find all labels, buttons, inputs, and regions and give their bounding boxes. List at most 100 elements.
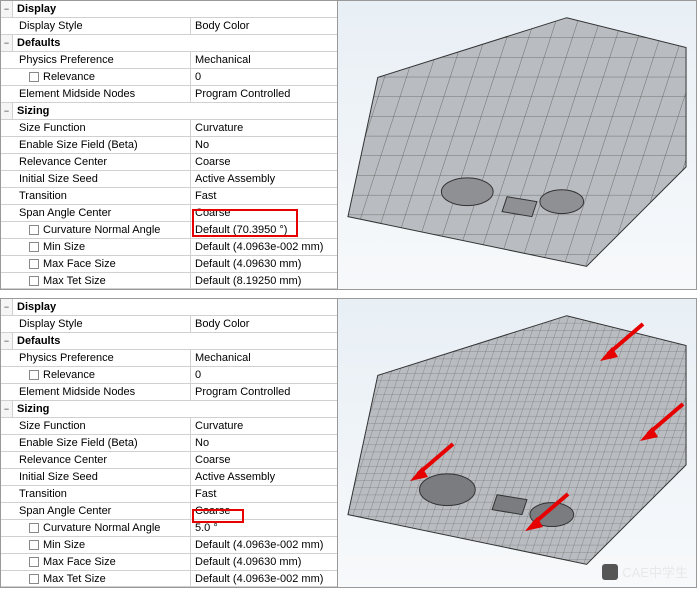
prop-row[interactable]: Physics PreferenceMechanical <box>1 350 337 367</box>
prop-value[interactable]: Active Assembly <box>191 171 337 187</box>
prop-value[interactable]: Default (8.19250 mm) <box>191 273 337 288</box>
collapse-icon[interactable]: − <box>1 333 13 349</box>
prop-label: Transition <box>13 486 191 502</box>
prop-value[interactable]: Body Color <box>191 18 337 34</box>
checkbox-icon[interactable] <box>29 259 39 269</box>
prop-value[interactable]: Default (4.0963e-002 mm) <box>191 239 337 255</box>
prop-row[interactable]: Max Face SizeDefault (4.09630 mm) <box>1 554 337 571</box>
collapse-icon[interactable]: − <box>1 35 13 51</box>
watermark: CAE中学生 <box>602 562 688 581</box>
prop-row[interactable]: Span Angle CenterCoarse <box>1 205 337 222</box>
prop-row[interactable]: Relevance0 <box>1 367 337 384</box>
section-display[interactable]: Display <box>13 1 337 17</box>
prop-row[interactable]: Enable Size Field (Beta)No <box>1 137 337 154</box>
prop-row[interactable]: Curvature Normal Angle5.0 ° <box>1 520 337 537</box>
checkbox-icon[interactable] <box>29 574 39 584</box>
prop-value[interactable]: 0 <box>191 367 337 383</box>
prop-row[interactable]: Relevance0 <box>1 69 337 86</box>
collapse-icon[interactable]: − <box>1 103 13 119</box>
top-panel: −Display Display StyleBody Color −Defaul… <box>0 0 697 290</box>
prop-row[interactable]: Min SizeDefault (4.0963e-002 mm) <box>1 537 337 554</box>
prop-row[interactable]: Physics PreferenceMechanical <box>1 52 337 69</box>
watermark-icon <box>602 564 618 580</box>
prop-row[interactable]: Span Angle CenterCoarse <box>1 503 337 520</box>
section-sizing[interactable]: Sizing <box>13 103 337 119</box>
prop-row[interactable]: TransitionFast <box>1 486 337 503</box>
prop-label: Max Tet Size <box>13 273 191 288</box>
prop-row[interactable]: Enable Size Field (Beta)No <box>1 435 337 452</box>
prop-value[interactable]: Fast <box>191 486 337 502</box>
prop-row[interactable]: TransitionFast <box>1 188 337 205</box>
prop-value[interactable]: Coarse <box>191 452 337 468</box>
checkbox-icon[interactable] <box>29 540 39 550</box>
prop-row[interactable]: Curvature Normal AngleDefault (70.3950 °… <box>1 222 337 239</box>
prop-label: Transition <box>13 188 191 204</box>
prop-value[interactable]: Mechanical <box>191 350 337 366</box>
prop-value[interactable]: Default (4.09630 mm) <box>191 256 337 272</box>
mesh-fine-icon <box>338 299 696 587</box>
prop-value[interactable]: Curvature <box>191 418 337 434</box>
prop-row[interactable]: Relevance CenterCoarse <box>1 154 337 171</box>
collapse-icon[interactable]: − <box>1 1 13 17</box>
prop-label: Relevance <box>13 69 191 85</box>
prop-row[interactable]: Display StyleBody Color <box>1 18 337 35</box>
prop-value[interactable]: Mechanical <box>191 52 337 68</box>
checkbox-icon[interactable] <box>29 72 39 82</box>
prop-row[interactable]: Relevance CenterCoarse <box>1 452 337 469</box>
prop-row[interactable]: Max Tet SizeDefault (4.0963e-002 mm) <box>1 571 337 587</box>
prop-row[interactable]: Max Face SizeDefault (4.09630 mm) <box>1 256 337 273</box>
prop-value[interactable]: Coarse <box>191 205 337 221</box>
prop-value[interactable]: Program Controlled <box>191 86 337 102</box>
prop-value[interactable]: Body Color <box>191 316 337 332</box>
prop-row[interactable]: Display StyleBody Color <box>1 316 337 333</box>
prop-row[interactable]: Initial Size SeedActive Assembly <box>1 469 337 486</box>
prop-label: Min Size <box>13 537 191 553</box>
prop-row[interactable]: Initial Size SeedActive Assembly <box>1 171 337 188</box>
checkbox-icon[interactable] <box>29 242 39 252</box>
prop-value[interactable]: No <box>191 435 337 451</box>
prop-label: Enable Size Field (Beta) <box>13 435 191 451</box>
prop-value[interactable]: No <box>191 137 337 153</box>
prop-value[interactable]: Default (4.0963e-002 mm) <box>191 537 337 553</box>
section-sizing[interactable]: Sizing <box>13 401 337 417</box>
checkbox-icon[interactable] <box>29 276 39 286</box>
prop-value[interactable]: Active Assembly <box>191 469 337 485</box>
prop-row[interactable]: Element Midside NodesProgram Controlled <box>1 384 337 401</box>
mesh-viewport-bottom[interactable]: CAE中学生 <box>338 299 696 587</box>
checkbox-icon[interactable] <box>29 523 39 533</box>
prop-label: Size Function <box>13 120 191 136</box>
prop-value[interactable]: 5.0 ° <box>191 520 337 536</box>
collapse-icon[interactable]: − <box>1 299 13 315</box>
prop-row[interactable]: Size FunctionCurvature <box>1 120 337 137</box>
section-defaults[interactable]: Defaults <box>13 333 337 349</box>
checkbox-icon[interactable] <box>29 557 39 567</box>
prop-value[interactable]: Coarse <box>191 154 337 170</box>
prop-row[interactable]: Element Midside NodesProgram Controlled <box>1 86 337 103</box>
prop-label: Relevance <box>13 367 191 383</box>
mesh-viewport-top[interactable] <box>338 1 696 289</box>
property-grid-bottom: −Display Display StyleBody Color −Defaul… <box>1 299 338 587</box>
collapse-icon[interactable]: − <box>1 401 13 417</box>
prop-label: Max Face Size <box>13 554 191 570</box>
prop-value[interactable]: Curvature <box>191 120 337 136</box>
prop-label: Element Midside Nodes <box>13 384 191 400</box>
prop-row[interactable]: Size FunctionCurvature <box>1 418 337 435</box>
prop-value[interactable]: Default (70.3950 °) <box>191 222 337 238</box>
prop-row[interactable]: Max Tet SizeDefault (8.19250 mm) <box>1 273 337 289</box>
checkbox-icon[interactable] <box>29 225 39 235</box>
prop-label: Display Style <box>13 316 191 332</box>
prop-value[interactable]: 0 <box>191 69 337 85</box>
checkbox-icon[interactable] <box>29 370 39 380</box>
prop-label: Max Tet Size <box>13 571 191 586</box>
prop-label: Curvature Normal Angle <box>13 222 191 238</box>
prop-value[interactable]: Program Controlled <box>191 384 337 400</box>
section-defaults[interactable]: Defaults <box>13 35 337 51</box>
prop-value[interactable]: Fast <box>191 188 337 204</box>
section-display[interactable]: Display <box>13 299 337 315</box>
prop-value[interactable]: Coarse <box>191 503 337 519</box>
prop-value[interactable]: Default (4.0963e-002 mm) <box>191 571 337 586</box>
prop-row[interactable]: Min SizeDefault (4.0963e-002 mm) <box>1 239 337 256</box>
prop-label: Max Face Size <box>13 256 191 272</box>
prop-label: Size Function <box>13 418 191 434</box>
prop-value[interactable]: Default (4.09630 mm) <box>191 554 337 570</box>
